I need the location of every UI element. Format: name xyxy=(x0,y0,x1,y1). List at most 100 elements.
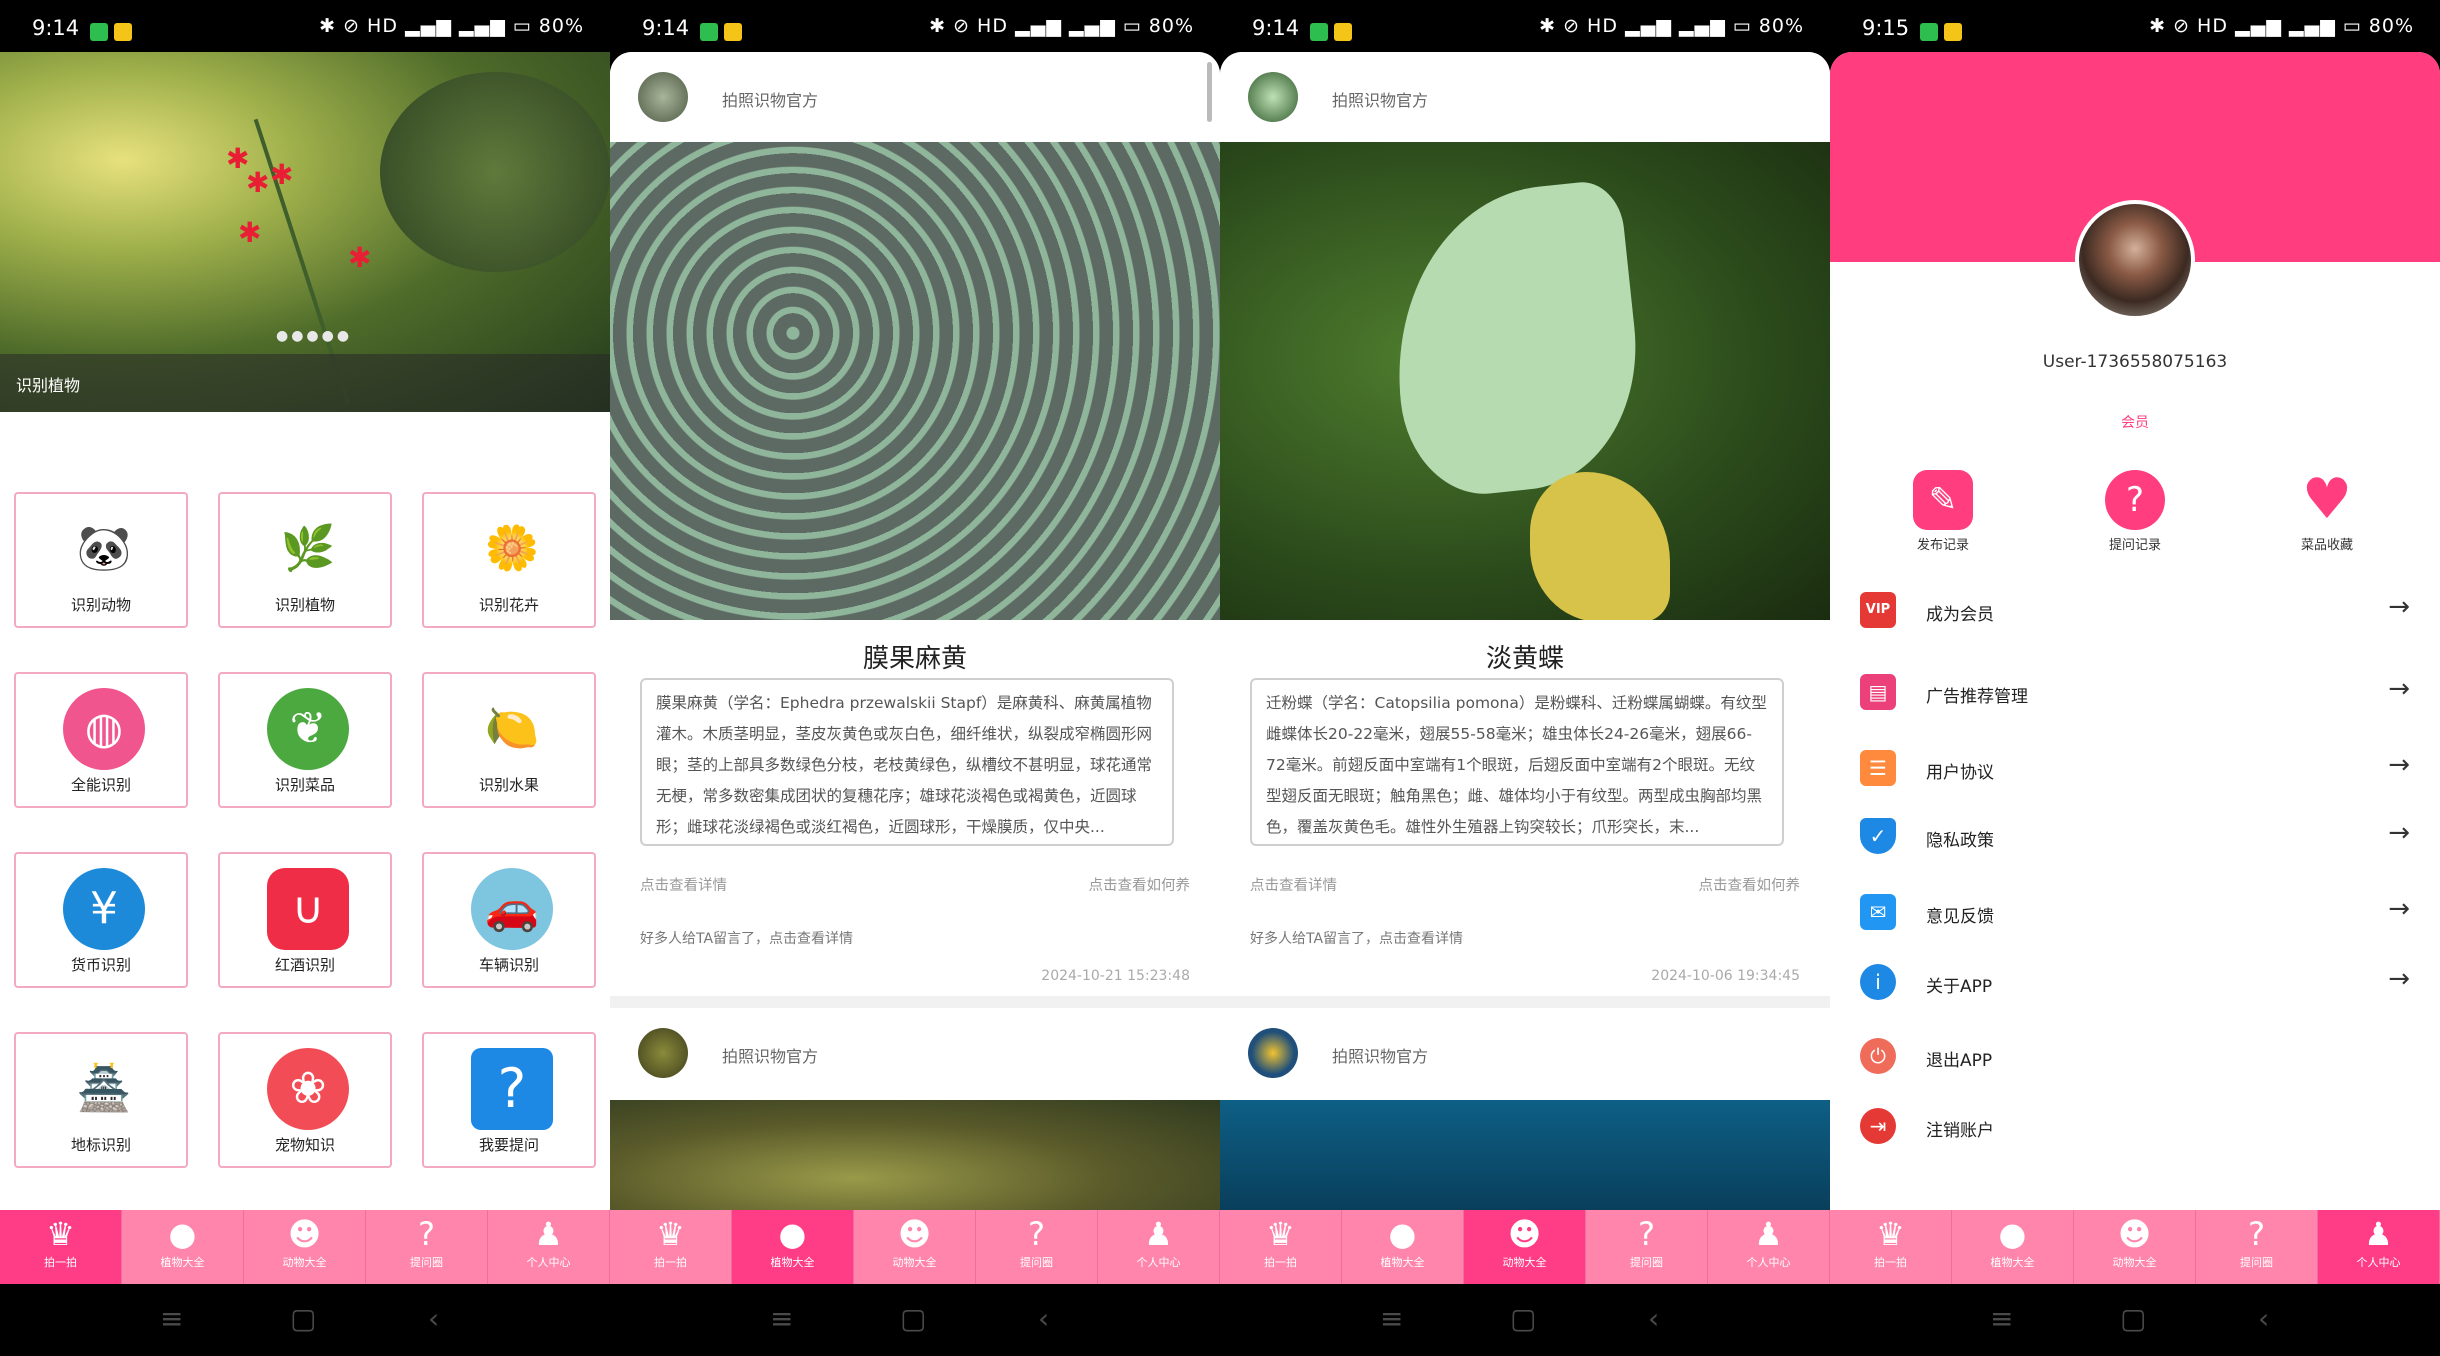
tab-profile[interactable]: ♟ 个人中心 xyxy=(2318,1210,2440,1284)
system-nav-bar: ≡ ▢ ‹ xyxy=(610,1284,1220,1356)
post-description[interactable]: 膜果麻黄（学名：Ephedra przewalskii Stapf）是麻黄科、麻… xyxy=(640,678,1174,846)
logout-icon: ⇥ xyxy=(1860,1108,1896,1144)
avatar[interactable] xyxy=(1248,1028,1298,1078)
avatar[interactable] xyxy=(2075,200,2195,320)
menu-icon[interactable]: ≡ xyxy=(770,1302,793,1335)
tab-plants[interactable]: ● 植物大全 xyxy=(122,1210,244,1284)
grid-item-currency[interactable]: ¥ 货币识别 xyxy=(14,852,188,988)
tab-snap[interactable]: ♛ 拍一拍 xyxy=(1220,1210,1342,1284)
tulip-icon: ♛ xyxy=(46,1215,75,1253)
post-header[interactable]: 拍照识物官方 xyxy=(1220,1008,1830,1096)
flower-icon: ✱ xyxy=(246,166,270,199)
grid-item-landmark[interactable]: 🏯 地标识别 xyxy=(14,1032,188,1168)
status-bar: 9:14 ✱ ⊘ HD ▂▄▆ ▂▄▆ ▭ 80% xyxy=(1220,0,1830,56)
banner-carousel[interactable]: ✱ ✱ ✱ ✱ ✱ ●●●●● 识别植物 xyxy=(0,52,610,412)
tab-snap[interactable]: ♛ 拍一拍 xyxy=(1830,1210,1952,1284)
menu-delete-account[interactable]: ⇥ 注销账户 xyxy=(1830,1098,2440,1158)
tab-questions[interactable]: ? 提问圈 xyxy=(1586,1210,1708,1284)
menu-icon[interactable]: ≡ xyxy=(1380,1302,1403,1335)
grid-item-identify-animal[interactable]: 🐼 识别动物 xyxy=(14,492,188,628)
menu-icon[interactable]: ≡ xyxy=(160,1302,183,1335)
apple-icon: ● xyxy=(1998,1215,2027,1253)
grid-item-vehicle[interactable]: 🚗 车辆识别 xyxy=(422,852,596,988)
grid-item-identify-dish[interactable]: ❦ 识别菜品 xyxy=(218,672,392,808)
flower-icon: 🌼 xyxy=(471,508,553,590)
home-icon[interactable]: ▢ xyxy=(2120,1302,2146,1335)
post-photo[interactable] xyxy=(610,1100,1220,1210)
dish-favorites-button[interactable]: ♥ 菜品收藏 xyxy=(2252,467,2402,554)
menu-ad-settings[interactable]: ▤ 广告推荐管理 → xyxy=(1830,664,2440,724)
menu-user-agreement[interactable]: ☰ 用户协议 → xyxy=(1830,740,2440,800)
comment-prompt[interactable]: 好多人给TA留言了，点击查看详情 xyxy=(1250,928,1463,948)
tab-profile[interactable]: ♟ 个人中心 xyxy=(488,1210,610,1284)
membership-badge[interactable]: 会员 xyxy=(1830,412,2440,432)
menu-privacy-policy[interactable]: ✓ 隐私政策 → xyxy=(1830,808,2440,868)
menu-become-member[interactable]: VIP 成为会员 → xyxy=(1830,582,2440,642)
tab-questions[interactable]: ? 提问圈 xyxy=(2196,1210,2318,1284)
tab-profile[interactable]: ♟ 个人中心 xyxy=(1098,1210,1220,1284)
menu-about-app[interactable]: i 关于APP → xyxy=(1830,954,2440,1014)
flower-icon: ✱ xyxy=(238,216,262,249)
carousel-indicator[interactable]: ●●●●● xyxy=(276,328,352,344)
grid-item-ask[interactable]: ? 我要提问 xyxy=(422,1032,596,1168)
tab-snap[interactable]: ♛ 拍一拍 xyxy=(610,1210,732,1284)
post-history-button[interactable]: ✎ 发布记录 xyxy=(1868,470,2018,553)
avatar[interactable] xyxy=(638,72,688,122)
back-icon[interactable]: ‹ xyxy=(2258,1302,2269,1335)
post-photo[interactable] xyxy=(1220,142,1830,620)
power-icon: ⏻ xyxy=(1860,1038,1896,1074)
menu-exit-app[interactable]: ⏻ 退出APP xyxy=(1830,1028,2440,1088)
panda-icon: 🐼 xyxy=(63,508,145,590)
grid-item-identify-plant[interactable]: 🌿 识别植物 xyxy=(218,492,392,628)
tab-snap[interactable]: ♛ 拍一拍 xyxy=(0,1210,122,1284)
menu-icon[interactable]: ≡ xyxy=(1990,1302,2013,1335)
tab-plants[interactable]: ● 植物大全 xyxy=(1952,1210,2074,1284)
tab-animals[interactable]: ☻ 动物大全 xyxy=(244,1210,366,1284)
post-header[interactable]: 拍照识物官方 xyxy=(610,52,1220,140)
avatar[interactable] xyxy=(638,1028,688,1078)
post-description[interactable]: 迁粉蝶（学名：Catopsilia pomona）是粉蝶科、迁粉蝶属蝴蝶。有纹型… xyxy=(1250,678,1784,846)
system-nav-bar: ≡ ▢ ‹ xyxy=(1830,1284,2440,1356)
tab-animals[interactable]: ☻ 动物大全 xyxy=(1464,1210,1586,1284)
tab-questions[interactable]: ? 提问圈 xyxy=(366,1210,488,1284)
question-history-button[interactable]: ? 提问记录 xyxy=(2060,470,2210,553)
view-details-link[interactable]: 点击查看详情 xyxy=(640,874,727,895)
back-icon[interactable]: ‹ xyxy=(1648,1302,1659,1335)
post-photo[interactable] xyxy=(1220,1100,1830,1210)
tab-plants[interactable]: ● 植物大全 xyxy=(1342,1210,1464,1284)
tab-questions[interactable]: ? 提问圈 xyxy=(976,1210,1098,1284)
person-icon: ♟ xyxy=(534,1215,563,1253)
grid-item-wine[interactable]: ∪ 红酒识别 xyxy=(218,852,392,988)
grid-item-pet[interactable]: ❀ 宠物知识 xyxy=(218,1032,392,1168)
grid-item-identify-fruit[interactable]: 🍋 识别水果 xyxy=(422,672,596,808)
care-guide-link[interactable]: 点击查看如何养 xyxy=(1089,874,1191,895)
tab-profile[interactable]: ♟ 个人中心 xyxy=(1708,1210,1830,1284)
scrollbar[interactable] xyxy=(1207,62,1212,122)
post-header[interactable]: 拍照识物官方 xyxy=(1220,52,1830,140)
system-nav-bar: ≡ ▢ ‹ xyxy=(1220,1284,1830,1356)
view-details-link[interactable]: 点击查看详情 xyxy=(1250,874,1337,895)
post-date: 2024-10-06 19:34:45 xyxy=(1651,968,1800,984)
back-icon[interactable]: ‹ xyxy=(1038,1302,1049,1335)
grid-item-identify-flower[interactable]: 🌼 识别花卉 xyxy=(422,492,596,628)
animals-screen: 9:14 ✱ ⊘ HD ▂▄▆ ▂▄▆ ▭ 80% 拍照识物官方 淡黄蝶 迁粉蝶… xyxy=(1220,0,1830,1356)
heart-icon: ♥ xyxy=(2301,467,2353,532)
back-icon[interactable]: ‹ xyxy=(428,1302,439,1335)
home-icon[interactable]: ▢ xyxy=(290,1302,316,1335)
status-indicators: ✱ ⊘ HD ▂▄▆ ▂▄▆ ▭ 80% xyxy=(929,15,1194,37)
post-photo[interactable] xyxy=(610,142,1220,620)
tab-plants[interactable]: ● 植物大全 xyxy=(732,1210,854,1284)
post-header[interactable]: 拍照识物官方 xyxy=(610,1008,1220,1096)
author-name: 拍照识物官方 xyxy=(722,1047,819,1066)
tab-animals[interactable]: ☻ 动物大全 xyxy=(2074,1210,2196,1284)
care-guide-link[interactable]: 点击查看如何养 xyxy=(1699,874,1801,895)
home-icon[interactable]: ▢ xyxy=(900,1302,926,1335)
animals-feed: 拍照识物官方 淡黄蝶 迁粉蝶（学名：Catopsilia pomona）是粉蝶科… xyxy=(1220,52,1830,1210)
menu-feedback[interactable]: ✉ 意见反馈 → xyxy=(1830,884,2440,944)
comment-prompt[interactable]: 好多人给TA留言了，点击查看详情 xyxy=(640,928,853,948)
apple-icon: ● xyxy=(168,1215,197,1253)
tab-animals[interactable]: ☻ 动物大全 xyxy=(854,1210,976,1284)
grid-item-universal[interactable]: ◍ 全能识别 xyxy=(14,672,188,808)
home-icon[interactable]: ▢ xyxy=(1510,1302,1536,1335)
avatar[interactable] xyxy=(1248,72,1298,122)
